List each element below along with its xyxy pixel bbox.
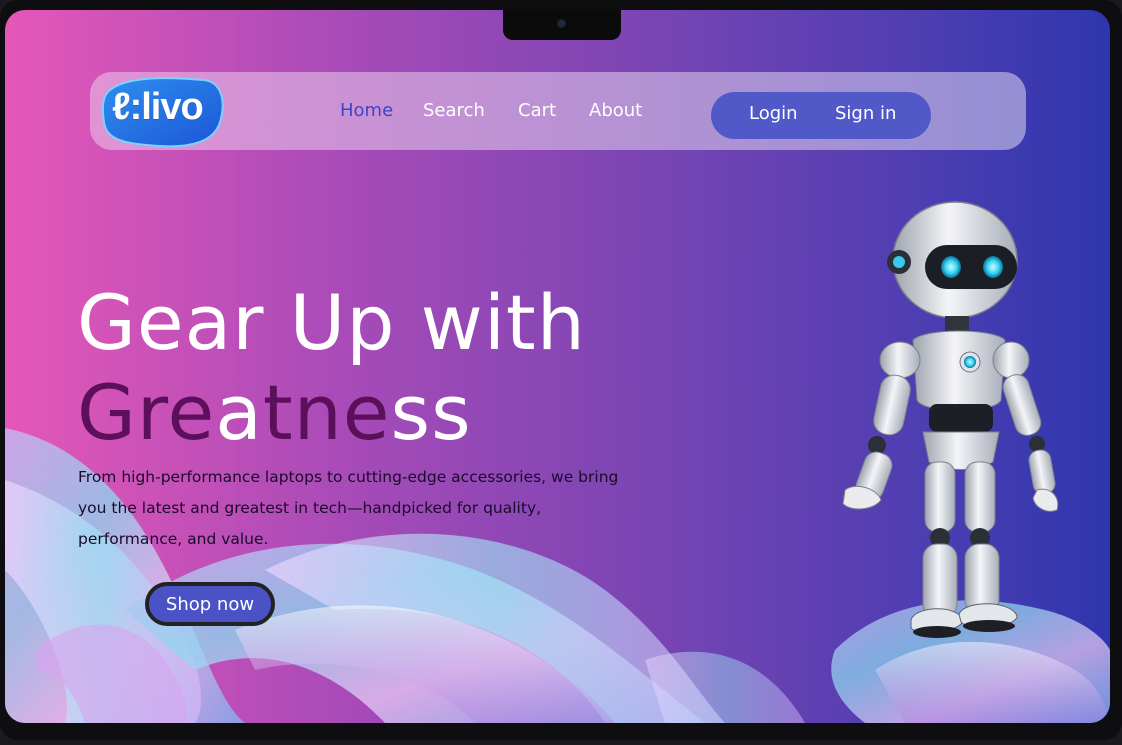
hero-title-line1: Gear Up with — [77, 278, 586, 367]
nav-search-link[interactable]: Search — [423, 100, 485, 121]
nav-cart-link[interactable]: Cart — [518, 100, 556, 121]
shop-now-button[interactable]: Shop now — [145, 582, 275, 626]
signin-button[interactable]: Sign in — [835, 103, 896, 124]
hero-description: From high-performance laptops to cutting… — [78, 468, 619, 548]
nav-home-link[interactable]: Home — [340, 100, 393, 121]
brand-logo[interactable]: ℓ:livo — [100, 72, 224, 150]
hero-title-part: Gre — [77, 368, 216, 457]
screen: ℓ:livo Home Search Cart About Login Sign… — [5, 10, 1110, 723]
nav-about-link[interactable]: About — [589, 100, 642, 121]
hero-title: Gear Up with Greatness — [77, 278, 586, 458]
robot-illustration — [842, 201, 1059, 638]
hero-title-part: tne — [262, 368, 391, 457]
hero-title-part: ss — [390, 368, 472, 457]
auth-pill: Login Sign in — [711, 92, 931, 139]
login-button[interactable]: Login — [749, 103, 798, 124]
laptop-frame: ℓ:livo Home Search Cart About Login Sign… — [0, 0, 1122, 740]
navbar: ℓ:livo Home Search Cart About Login Sign… — [90, 72, 1026, 150]
camera-icon — [558, 20, 565, 27]
hero-title-line2: Greatness — [77, 368, 586, 458]
camera-notch — [503, 10, 621, 40]
hero-title-part: a — [215, 368, 263, 457]
logo-text: ℓ:livo — [112, 86, 204, 128]
